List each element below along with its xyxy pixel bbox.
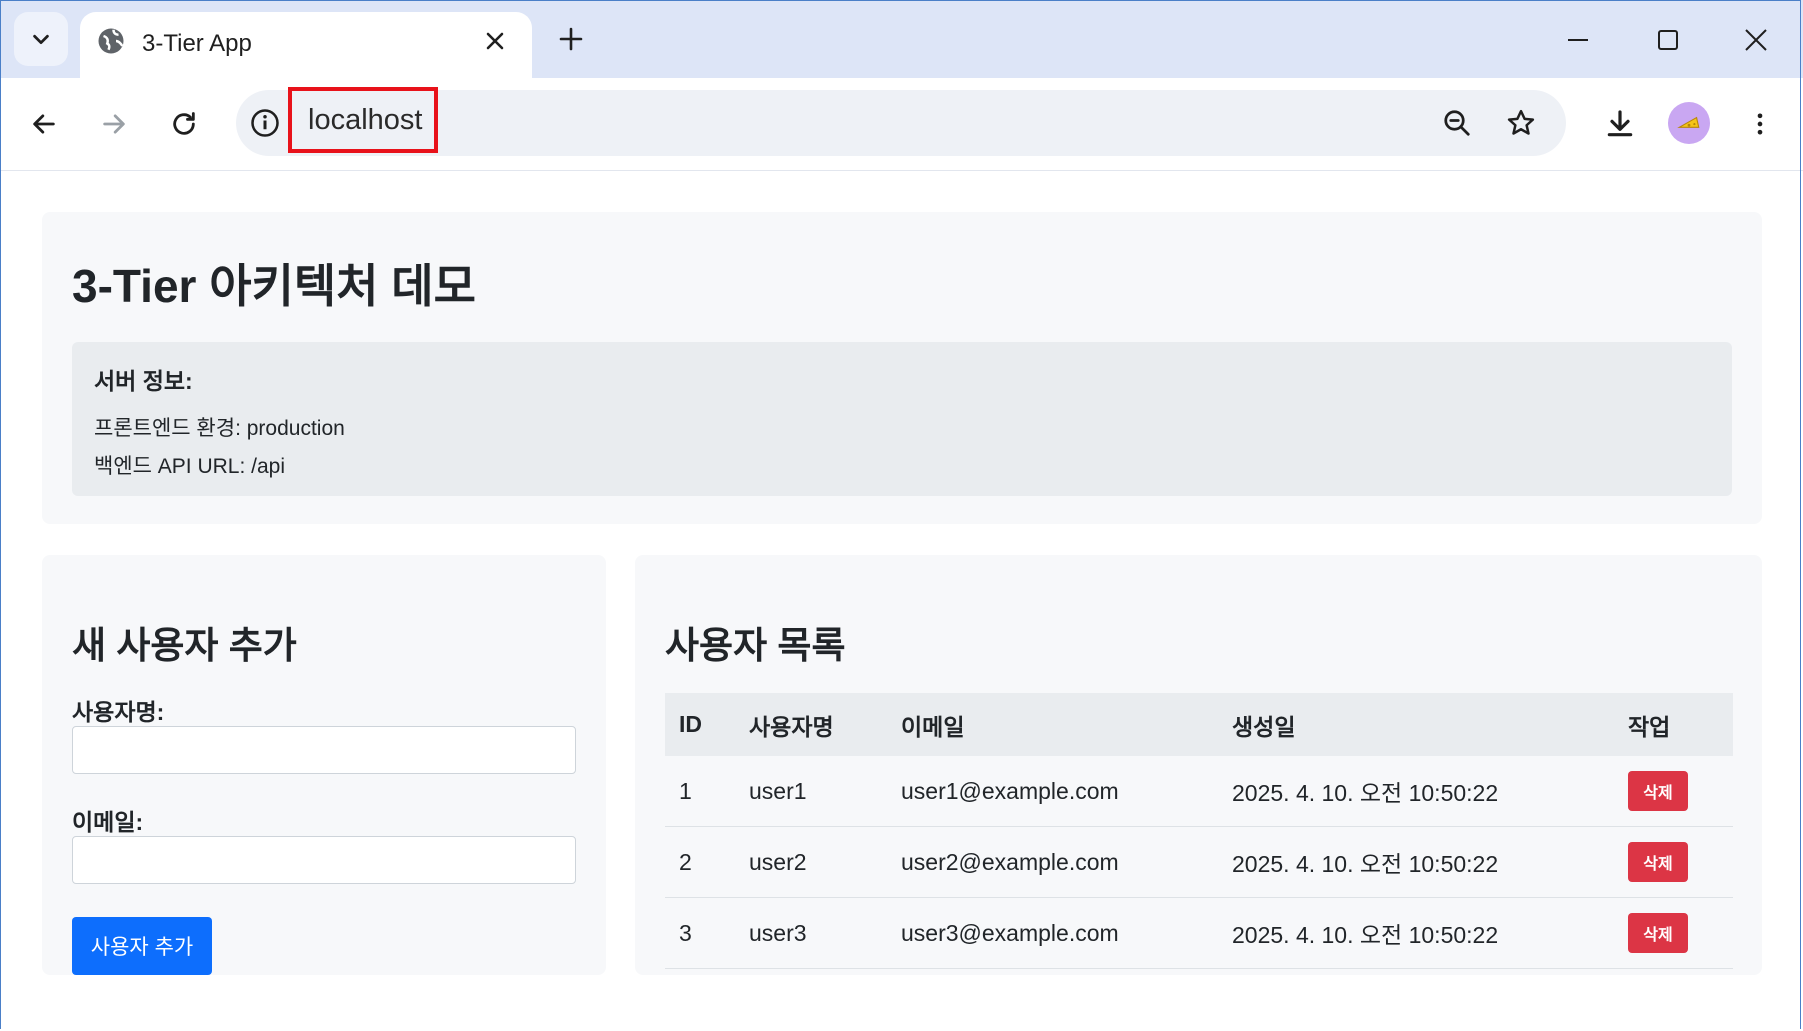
cell-username: user2 bbox=[735, 826, 887, 898]
tab-search-button[interactable] bbox=[14, 12, 68, 66]
cell-email: user3@example.com bbox=[887, 897, 1218, 969]
column-header-action: 작업 bbox=[1614, 693, 1733, 756]
cell-created: 2025. 4. 10. 오전 10:50:22 bbox=[1218, 756, 1614, 827]
zoom-button[interactable] bbox=[1440, 106, 1474, 140]
header-card: 3-Tier 아키텍처 데모 서버 정보: 프론트엔드 환경: producti… bbox=[42, 212, 1762, 524]
column-header-id: ID bbox=[665, 693, 735, 756]
zoom-out-icon bbox=[1444, 110, 1470, 136]
page-content: 3-Tier 아키텍처 데모 서버 정보: 프론트엔드 환경: producti… bbox=[0, 171, 1803, 1031]
cell-email: user1@example.com bbox=[887, 756, 1218, 827]
backend-url-text: 백엔드 API URL: /api bbox=[94, 455, 286, 478]
user-list-title: 사용자 목록 bbox=[665, 625, 846, 666]
cell-id: 2 bbox=[665, 826, 735, 898]
cell-action: 삭제 bbox=[1614, 897, 1733, 969]
user-table: ID 사용자명 이메일 생성일 작업 1 user1 user1@example… bbox=[665, 693, 1733, 969]
cell-created: 2025. 4. 10. 오전 10:50:22 bbox=[1218, 897, 1614, 969]
download-icon bbox=[1607, 110, 1633, 137]
star-icon bbox=[1507, 109, 1535, 135]
user-list-card: 사용자 목록 ID 사용자명 이메일 생성일 작업 1 user1 user1@… bbox=[635, 555, 1762, 975]
tab-title: 3-Tier App bbox=[142, 30, 252, 57]
add-user-title: 새 사용자 추가 bbox=[72, 625, 297, 666]
bookmark-button[interactable] bbox=[1504, 106, 1538, 140]
reload-button[interactable] bbox=[162, 102, 206, 146]
delete-button[interactable]: 삭제 bbox=[1628, 842, 1688, 882]
cell-email: user2@example.com bbox=[887, 826, 1218, 898]
browser-menu-button[interactable] bbox=[1738, 102, 1782, 146]
column-header-email: 이메일 bbox=[887, 693, 1218, 756]
cell-username: user3 bbox=[735, 897, 887, 969]
delete-button[interactable]: 삭제 bbox=[1628, 771, 1688, 811]
plus-icon bbox=[559, 27, 583, 51]
username-input[interactable] bbox=[72, 726, 576, 774]
server-info-heading: 서버 정보: bbox=[94, 368, 193, 394]
add-user-button[interactable]: 사용자 추가 bbox=[72, 917, 212, 975]
forward-button[interactable] bbox=[92, 102, 136, 146]
profile-avatar[interactable] bbox=[1668, 102, 1710, 144]
page-title: 3-Tier 아키텍처 데모 bbox=[72, 260, 476, 312]
tab-strip: 3-Tier App bbox=[0, 0, 1803, 78]
tab-close-button[interactable] bbox=[480, 26, 510, 56]
cell-action: 삭제 bbox=[1614, 826, 1733, 898]
info-icon[interactable] bbox=[250, 108, 280, 138]
cheese-icon bbox=[1677, 116, 1700, 128]
minimize-button[interactable] bbox=[1548, 14, 1608, 66]
table-header-row: ID 사용자명 이메일 생성일 작업 bbox=[665, 693, 1733, 756]
close-icon bbox=[486, 32, 504, 50]
cell-id: 3 bbox=[665, 897, 735, 969]
server-info-box: 서버 정보: 프론트엔드 환경: production 백엔드 API URL:… bbox=[72, 342, 1732, 496]
username-label: 사용자명: bbox=[72, 699, 165, 725]
browser-toolbar: localhost bbox=[0, 78, 1803, 171]
active-tab[interactable]: 3-Tier App bbox=[80, 12, 532, 78]
column-header-username: 사용자명 bbox=[735, 693, 887, 756]
frontend-env-text: 프론트엔드 환경: production bbox=[94, 417, 345, 440]
maximize-icon bbox=[1658, 30, 1678, 50]
address-bar[interactable]: localhost bbox=[236, 87, 1566, 156]
cell-id: 1 bbox=[665, 756, 735, 827]
delete-button[interactable]: 삭제 bbox=[1628, 913, 1688, 953]
cell-username: user1 bbox=[735, 756, 887, 827]
downloads-button[interactable] bbox=[1598, 102, 1642, 146]
new-tab-button[interactable] bbox=[552, 20, 590, 58]
email-label: 이메일: bbox=[72, 809, 144, 835]
arrow-left-icon bbox=[33, 114, 55, 134]
cell-created: 2025. 4. 10. 오전 10:50:22 bbox=[1218, 826, 1614, 898]
arrow-right-icon bbox=[103, 114, 125, 134]
cell-action: 삭제 bbox=[1614, 756, 1733, 827]
more-vertical-icon bbox=[1757, 113, 1763, 135]
reload-icon bbox=[173, 112, 195, 135]
back-button[interactable] bbox=[22, 102, 66, 146]
close-icon bbox=[1745, 29, 1767, 51]
table-row: 1 user1 user1@example.com 2025. 4. 10. 오… bbox=[665, 756, 1733, 827]
window-close-button[interactable] bbox=[1726, 14, 1786, 66]
url-text[interactable]: localhost bbox=[288, 87, 438, 153]
table-row: 2 user2 user2@example.com 2025. 4. 10. 오… bbox=[665, 826, 1733, 898]
maximize-button[interactable] bbox=[1638, 14, 1698, 66]
chevron-down-icon bbox=[33, 34, 49, 45]
table-row: 3 user3 user3@example.com 2025. 4. 10. 오… bbox=[665, 897, 1733, 969]
add-user-card: 새 사용자 추가 사용자명: 이메일: 사용자 추가 bbox=[42, 555, 606, 975]
email-input[interactable] bbox=[72, 836, 576, 884]
column-header-created: 생성일 bbox=[1218, 693, 1614, 756]
minimize-icon bbox=[1568, 39, 1588, 41]
globe-icon bbox=[98, 28, 124, 54]
